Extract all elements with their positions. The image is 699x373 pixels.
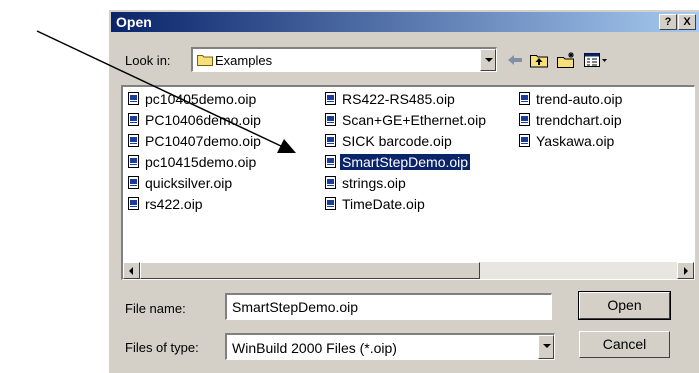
look-in-dropdown-button[interactable] [480,49,496,71]
file-name: trend-auto.oip [536,91,623,107]
files-of-type-value: WinBuild 2000 Files (*.oip) [232,340,397,356]
file-name: rs422.oip [145,196,203,212]
file-icon [519,134,530,147]
file-name: TimeDate.oip [342,196,425,212]
file-icon [128,92,139,105]
file-name: SmartStepDemo.oip [338,153,472,171]
scroll-thumb[interactable] [140,262,480,279]
file-name: quicksilver.oip [145,175,233,191]
file-icon [128,155,139,168]
cancel-button[interactable]: Cancel [579,331,670,358]
file-name: Scan+GE+Ethernet.oip [342,112,486,128]
view-menu-icon[interactable] [583,51,609,69]
file-name: strings.oip [342,175,406,191]
file-icon [128,197,139,210]
files-of-type-dropdown[interactable]: WinBuild 2000 Files (*.oip) [225,333,555,360]
scroll-left-button[interactable] [123,262,140,279]
file-name: Yaskawa.oip [536,133,615,149]
file-icon [519,92,530,105]
file-icon [325,113,336,126]
file-name: SICK barcode.oip [342,133,452,149]
horizontal-scrollbar[interactable] [123,262,694,279]
file-icon [128,176,139,189]
file-list[interactable]: pc10405demo.oip PC10406demo.oip PC10407d… [121,85,695,280]
scroll-right-button[interactable] [677,262,694,279]
back-arrow-icon[interactable] [505,51,525,69]
look-in-dropdown[interactable]: Examples [191,47,497,72]
up-folder-icon[interactable] [529,51,549,69]
file-name-label: File name: [125,301,186,316]
file-name: pc10415demo.oip [145,154,257,170]
close-button[interactable]: X [678,14,696,30]
file-icon [519,113,530,126]
file-icon [325,155,336,168]
look-in-label: Look in: [125,53,171,68]
look-in-value: Examples [215,53,273,68]
file-icon [325,134,336,147]
file-name-input[interactable] [225,293,552,320]
file-name: trendchart.oip [536,112,622,128]
dialog-title: Open [116,14,152,30]
file-icon [325,92,336,105]
new-folder-icon[interactable] [556,51,576,69]
files-of-type-dropdown-button[interactable] [538,335,554,359]
file-name: PC10407demo.oip [145,133,261,149]
file-name: pc10405demo.oip [145,91,257,107]
help-button[interactable]: ? [659,14,677,30]
file-icon [325,197,336,210]
files-of-type-label: Files of type: [125,340,199,355]
folder-icon [197,55,213,66]
file-icon [128,134,139,147]
file-icon [325,176,336,189]
open-dialog: Open ? X Look in: Examples pc10405demo.o… [108,9,699,373]
file-name: PC10406demo.oip [145,112,261,128]
open-button[interactable]: Open [578,291,671,320]
file-name: RS422-RS485.oip [342,91,455,107]
file-icon [128,113,139,126]
title-bar[interactable]: Open ? X [111,12,699,32]
